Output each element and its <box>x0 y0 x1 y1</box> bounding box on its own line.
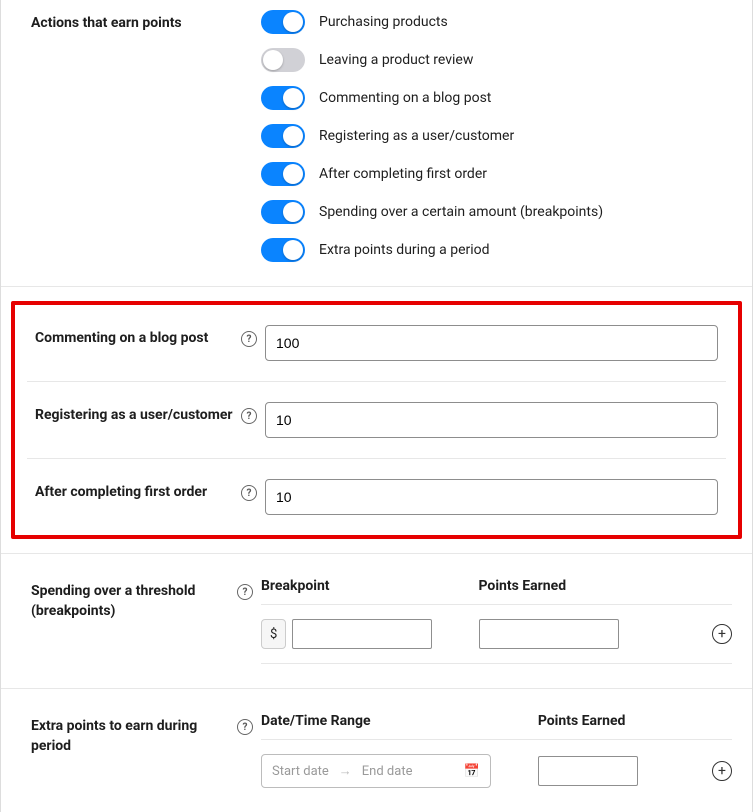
toggle-row: Extra points during a period <box>261 238 732 262</box>
threshold-points-input[interactable] <box>479 619 619 649</box>
toggle-label: Extra points during a period <box>319 242 490 258</box>
toggle-row: Purchasing products <box>261 10 732 34</box>
add-period-button[interactable]: + <box>712 761 732 781</box>
breakpoint-input[interactable] <box>292 619 432 649</box>
help-icon[interactable]: ? <box>237 719 253 735</box>
add-breakpoint-button[interactable]: + <box>712 624 732 644</box>
highlight-box: Commenting on a blog post? Registering as… <box>11 301 742 539</box>
toggle-switch[interactable] <box>261 238 305 262</box>
currency-prefix: $ <box>261 619 286 649</box>
toggle-switch[interactable] <box>261 86 305 110</box>
toggle-label: Spending over a certain amount (breakpoi… <box>319 204 603 220</box>
threshold-label: Spending over a threshold (breakpoints) <box>31 582 231 621</box>
extra-col-range: Date/Time Range <box>261 713 538 729</box>
toggle-label: Commenting on a blog post <box>319 90 491 106</box>
help-icon[interactable]: ? <box>241 485 257 501</box>
extra-col-points: Points Earned <box>538 713 696 729</box>
points-input[interactable] <box>265 479 718 515</box>
help-icon[interactable]: ? <box>241 408 257 424</box>
toggle-switch[interactable] <box>261 48 305 72</box>
help-icon[interactable]: ? <box>237 584 253 600</box>
extra-label: Extra points to earn during period <box>31 717 231 756</box>
toggle-switch[interactable] <box>261 10 305 34</box>
toggle-row: Registering as a user/customer <box>261 124 732 148</box>
toggle-row: Spending over a certain amount (breakpoi… <box>261 200 732 224</box>
toggle-label: Purchasing products <box>319 14 448 30</box>
toggle-switch[interactable] <box>261 162 305 186</box>
end-date-placeholder: End date <box>362 764 413 779</box>
point-row-label: Registering as a user/customer <box>35 406 233 426</box>
toggle-label: After completing first order <box>319 166 487 182</box>
toggle-label: Leaving a product review <box>319 52 473 68</box>
toggle-switch[interactable] <box>261 200 305 224</box>
toggle-row: Leaving a product review <box>261 48 732 72</box>
start-date-placeholder: Start date <box>272 764 329 779</box>
threshold-col-points: Points Earned <box>479 578 697 594</box>
extra-points-input[interactable] <box>538 756 638 786</box>
points-input[interactable] <box>265 402 718 438</box>
points-input[interactable] <box>265 325 718 361</box>
toggle-row: After completing first order <box>261 162 732 186</box>
toggle-label: Registering as a user/customer <box>319 128 514 144</box>
point-row-label: After completing first order <box>35 483 207 503</box>
arrow-right-icon: → <box>339 763 352 779</box>
threshold-col-breakpoint: Breakpoint <box>261 578 479 594</box>
date-range-picker[interactable]: Start date → End date 📅 <box>261 754 491 788</box>
calendar-icon: 📅 <box>464 764 480 779</box>
toggle-switch[interactable] <box>261 124 305 148</box>
help-icon[interactable]: ? <box>241 331 257 347</box>
toggle-row: Commenting on a blog post <box>261 86 732 110</box>
point-row-label: Commenting on a blog post <box>35 329 208 349</box>
actions-label: Actions that earn points <box>31 14 182 34</box>
